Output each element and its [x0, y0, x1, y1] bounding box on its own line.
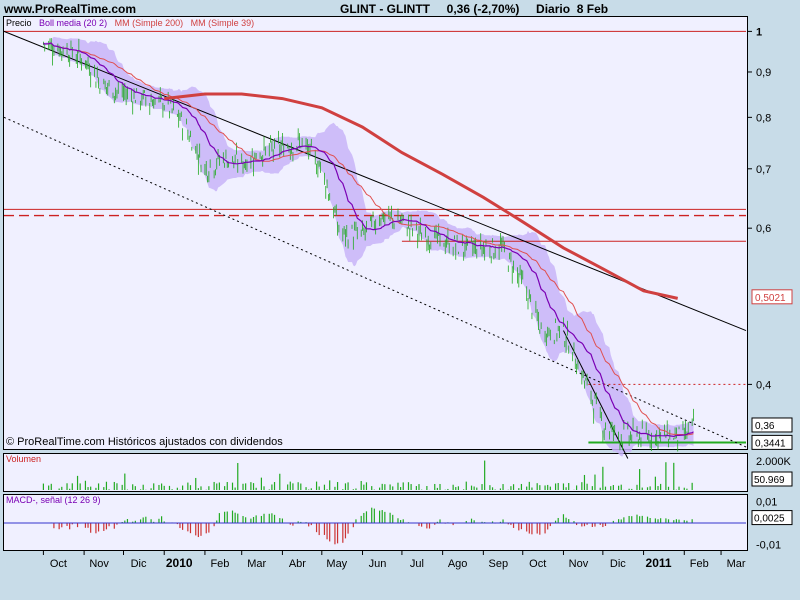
indicator-legend: Precio Boll media (20 2) MM (Simple 200)…: [6, 18, 254, 28]
x-tick-label: Nov: [89, 558, 109, 570]
y-tick-label: 0,6: [756, 223, 771, 235]
x-tick-label: Nov: [569, 558, 589, 570]
credit-text: © ProRealTime.com Históricos ajustados c…: [6, 436, 283, 448]
x-tick-label: Abr: [289, 558, 306, 570]
volume-tag: 50.969: [751, 471, 793, 487]
x-tick-label: Jul: [410, 558, 424, 570]
price-tag: 0,3441: [751, 434, 793, 450]
x-tick-label: Feb: [690, 558, 709, 570]
legend-mm200: MM (Simple 200): [114, 18, 184, 28]
x-tick-label: Dic: [131, 558, 147, 570]
x-tick-label: Jun: [369, 558, 387, 570]
x-tick-label: Mar: [247, 558, 266, 570]
legend-boll: Boll media (20 2): [39, 18, 108, 28]
macd-bottom-label: -0,01: [756, 540, 781, 552]
y-tick-label: 0,8: [756, 112, 771, 124]
x-tick-label: Sep: [489, 558, 509, 570]
x-tick-label: May: [326, 558, 347, 570]
x-tick-label: 2010: [166, 556, 193, 570]
legend-price: Precio: [6, 18, 32, 28]
y-tick-label: 0,7: [756, 164, 771, 176]
price-tag: 0,5021: [751, 289, 793, 305]
y-tick-label: 0,9: [756, 67, 771, 79]
price-tag-label: 0,5021: [755, 293, 786, 304]
volume-scale-label: 2.000K: [756, 456, 792, 468]
mm200-line: [164, 92, 679, 300]
volume-tag-label: 50.969: [754, 475, 785, 486]
chart-canvas: 1 0,9 0,8 0,7 0,6 0,4 0,5021 0,36 0,3441 Oct Nov Di…: [3, 26, 793, 570]
macd-title: MACD-, señal (12 26 9): [6, 495, 101, 505]
reference-line-7: [3, 116, 747, 448]
macd-tag: 0,0025: [751, 510, 793, 526]
legend-mm39: MM (Simple 39): [190, 18, 255, 28]
x-tick-label: Mar: [727, 558, 746, 570]
y-tick-label: 0,4: [756, 379, 771, 391]
macd-tag-label: 0,0025: [754, 514, 785, 525]
price-tag-label: 0,3441: [755, 438, 786, 449]
x-tick-label: 2011: [646, 556, 672, 570]
x-tick-label: Dic: [610, 558, 626, 570]
price-tag: 0,36: [751, 417, 793, 433]
x-tick-label: Oct: [529, 558, 546, 570]
x-tick-label: Feb: [210, 558, 229, 570]
y-tick-label: 1: [756, 26, 762, 38]
x-tick-label: Ago: [448, 558, 468, 570]
volume-title: Volumen: [6, 454, 42, 464]
macd-top-label: 0,01: [756, 496, 777, 508]
x-tick-label: Oct: [50, 558, 67, 570]
price-tag-label: 0,36: [755, 421, 775, 432]
